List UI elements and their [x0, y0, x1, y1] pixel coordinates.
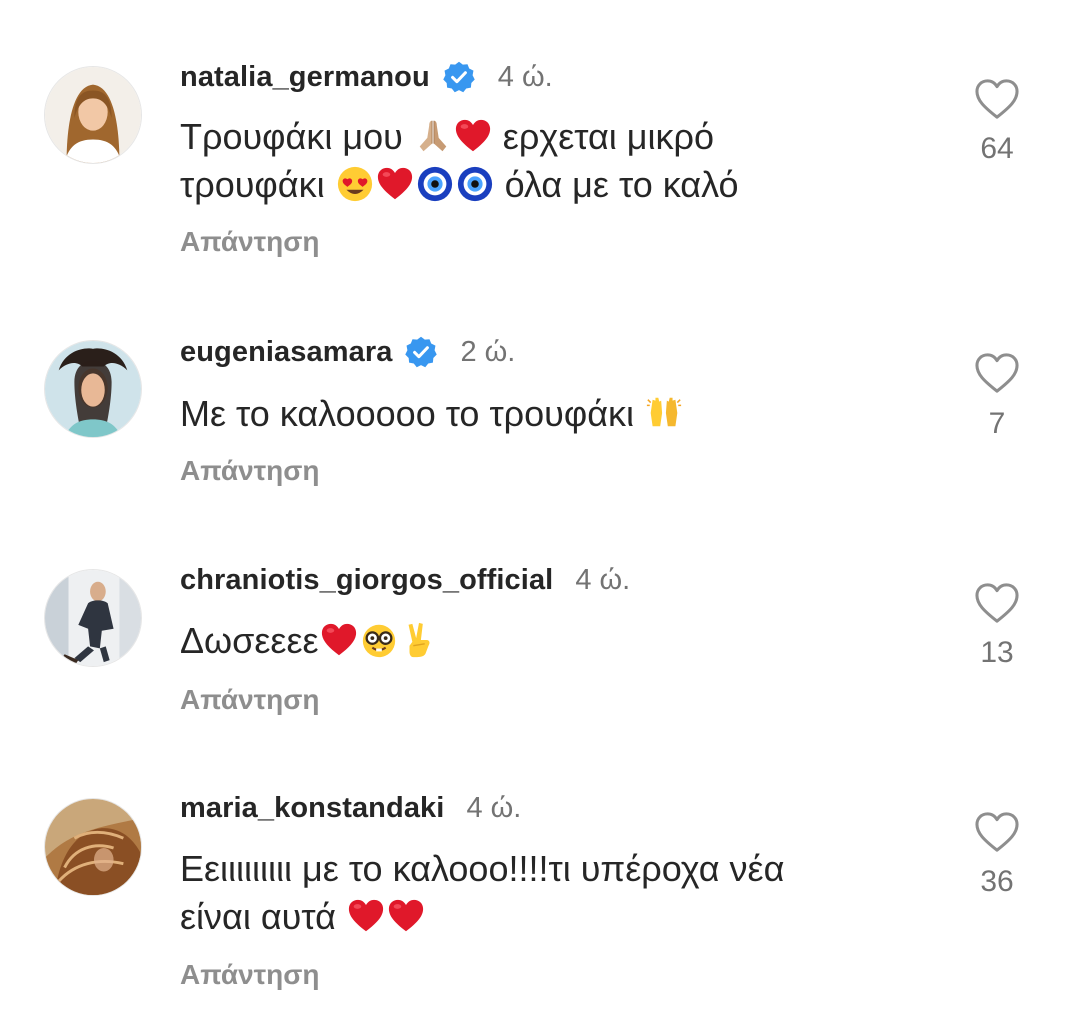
- comment-text-segment: ερχεται μικρό: [492, 116, 715, 157]
- avatar-image: [45, 67, 141, 163]
- comment-timestamp: 2 ώ.: [460, 335, 516, 368]
- avatar-image: [45, 799, 141, 895]
- red-heart-emoji: [387, 897, 425, 935]
- comment-text-segment: Εειιιιιιιιι με το καλοοο!!!!τι υπέροχα ν…: [180, 848, 785, 889]
- reply-button[interactable]: Απάντηση: [180, 684, 320, 716]
- red-heart-emoji: [454, 117, 492, 155]
- avatar[interactable]: [44, 340, 142, 438]
- comment-timestamp: 4 ώ.: [575, 564, 631, 596]
- heart-outline-icon[interactable]: [974, 352, 1020, 394]
- comment-text: Εειιιιιιιιι με το καλοοο!!!!τι υπέροχα ν…: [180, 845, 940, 941]
- comment-username[interactable]: maria_konstandaki: [180, 792, 444, 825]
- comment-username[interactable]: eugeniasamara: [180, 336, 392, 369]
- comment-text-segment: Με το καλοοοοο το τρουφάκι: [180, 393, 645, 434]
- reply-button[interactable]: Απάντηση: [180, 455, 320, 487]
- nazar-amulet-emoji: [416, 165, 454, 203]
- raised-hands-emoji: [645, 394, 683, 432]
- comment-text-segment: Δωσεεεε: [180, 620, 319, 661]
- reply-button[interactable]: Απάντηση: [180, 226, 320, 258]
- nerd-face-emoji: [360, 621, 398, 659]
- avatar[interactable]: [44, 66, 142, 164]
- avatar[interactable]: [44, 798, 142, 896]
- like-count: 7: [988, 407, 1006, 440]
- red-heart-emoji: [347, 897, 385, 935]
- comment-timestamp: 4 ώ.: [497, 60, 553, 93]
- heart-outline-icon[interactable]: [974, 78, 1020, 120]
- comment-text-segment: Τρουφάκι μου: [180, 116, 413, 157]
- red-heart-emoji: [320, 621, 358, 659]
- heart-outline-icon[interactable]: [974, 582, 1020, 624]
- like-count: 64: [980, 132, 1014, 165]
- comment-text-segment: τρουφάκι: [180, 164, 335, 205]
- avatar-image: [45, 341, 141, 437]
- comment-text-segment: είναι αυτά: [180, 896, 346, 937]
- comment-text: Δωσεεεε: [180, 617, 940, 665]
- reply-button[interactable]: Απάντηση: [180, 959, 320, 991]
- comment-timestamp: 4 ώ.: [466, 792, 522, 824]
- avatar[interactable]: [44, 569, 142, 667]
- like-count: 36: [980, 865, 1014, 898]
- victory-hand-emoji: [400, 621, 438, 659]
- heart-outline-icon[interactable]: [974, 811, 1020, 853]
- heart-eyes-emoji: [336, 165, 374, 203]
- verified-badge-icon: [404, 335, 438, 369]
- comment-text: Με το καλοοοοο το τρουφάκι: [180, 390, 940, 438]
- avatar-image: [45, 570, 141, 666]
- comment-username[interactable]: natalia_germanou: [180, 61, 430, 94]
- red-heart-emoji: [376, 165, 414, 203]
- like-count: 13: [980, 636, 1014, 669]
- comment-text-segment: όλα με το καλό: [494, 164, 739, 205]
- comment-text: Τρουφάκι μου ερχεται μικρό τρουφάκι όλα …: [180, 113, 940, 209]
- folded-hands-emoji: [414, 117, 452, 155]
- comment-username[interactable]: chraniotis_giorgos_official: [180, 564, 553, 597]
- verified-badge-icon: [442, 60, 476, 94]
- nazar-amulet-emoji: [456, 165, 494, 203]
